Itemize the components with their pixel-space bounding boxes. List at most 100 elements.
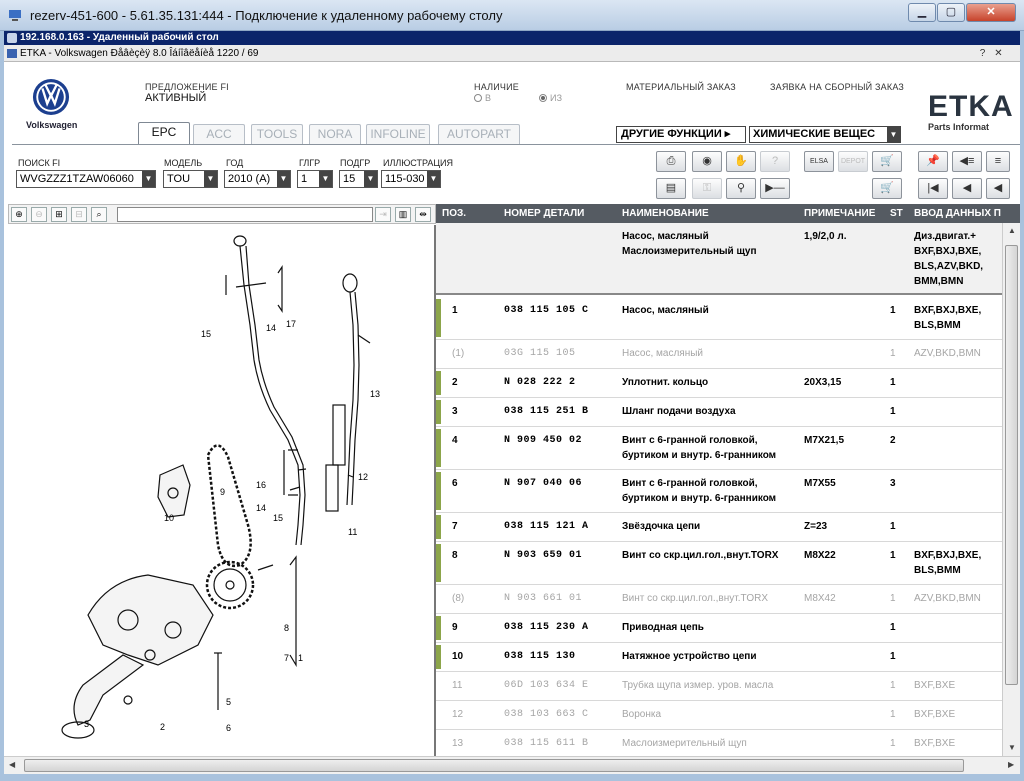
callout-5[interactable]: 5 <box>226 697 231 707</box>
chevron-down-icon[interactable]: ▼ <box>204 171 217 187</box>
material-order-link[interactable]: МАТЕРИАЛЬНЫЙ ЗАКАЗ <box>626 82 736 92</box>
pin-icon[interactable] <box>7 33 17 43</box>
search-icon[interactable]: ⌕ <box>91 207 107 222</box>
back-icon[interactable]: ◀ <box>952 178 982 199</box>
minimize-button[interactable]: ▁ <box>908 3 936 22</box>
scroll-left-icon[interactable]: ◀ <box>9 760 15 769</box>
callout-16a[interactable]: 15 <box>201 329 211 339</box>
tab-autopart[interactable]: AUTOPART <box>438 124 520 144</box>
horizontal-scrollbar[interactable]: ◀ ▶ <box>4 756 1020 774</box>
table-row[interactable]: 3 038 115 251 B Шланг подачи воздуха 1 <box>436 398 1002 427</box>
illustration-select[interactable]: 115-030 ▼ <box>381 170 441 188</box>
main-group-select[interactable]: 1 ▼ <box>297 170 333 188</box>
radio-out[interactable] <box>539 94 547 102</box>
other-functions-button[interactable]: ДРУГИЕ ФУНКЦИИ ▸ <box>616 126 746 143</box>
table-row[interactable]: 4 N 909 450 02 Винт с 6-гранной головкой, M… <box>436 427 1002 470</box>
export-icon[interactable]: ⇥ <box>375 207 391 222</box>
table-row[interactable]: 12 038 103 663 C Воронка 1 BXF,BXE <box>436 701 1002 730</box>
search-fi-input[interactable]: WVGZZZ1TZAW06060 ▼ <box>16 170 156 188</box>
callout-2[interactable]: 2 <box>160 722 165 732</box>
callout-7[interactable]: 7 <box>284 653 289 663</box>
zoom-in-icon[interactable]: ⊕ <box>11 207 27 222</box>
maximize-button[interactable]: ▢ <box>937 3 965 22</box>
col-name[interactable]: НАИМЕНОВАНИЕ <box>622 208 709 219</box>
tab-tools[interactable]: TOOLS <box>251 124 303 144</box>
parts-illustration[interactable]: 15 14 17 13 12 16 9 14 15 10 11 8 7 1 5 … <box>8 225 436 756</box>
table-row[interactable]: 1 038 115 105 C Насос, масляный 1 BXF,BXJ,BX… <box>436 297 1002 340</box>
table-row[interactable]: (1) 03G 115 105 Насос, масляный 1 AZV,BKD,BM… <box>436 340 1002 369</box>
callout-12[interactable]: 12 <box>358 472 368 482</box>
handshake-icon[interactable]: ✋ <box>726 151 756 172</box>
tab-nora[interactable]: NORA <box>309 124 361 144</box>
col-pos[interactable]: ПОЗ. <box>442 208 466 219</box>
key-icon[interactable]: ⚿ <box>692 178 722 199</box>
table-row[interactable]: 9 038 115 230 A Приводная цепь 1 <box>436 614 1002 643</box>
availability-option-out[interactable]: ИЗ <box>539 93 562 103</box>
chevron-down-icon[interactable]: ▼ <box>319 171 332 187</box>
bicycle-icon[interactable]: ⚲ <box>726 178 756 199</box>
pin-icon[interactable]: 📌 <box>918 151 948 172</box>
cd-info-icon[interactable]: ◉ <box>692 151 722 172</box>
tab-epc[interactable]: EPC <box>138 122 190 145</box>
first-page-icon[interactable]: |◀ <box>918 178 948 199</box>
callout-8[interactable]: 8 <box>284 623 289 633</box>
cart-add-icon[interactable]: 🛒 <box>872 151 902 172</box>
col-note[interactable]: ПРИМЕЧАНИЕ <box>804 208 875 219</box>
zoom-fit-icon[interactable]: ⊞ <box>51 207 67 222</box>
callout-15b[interactable]: 15 <box>273 513 283 523</box>
back-alt-icon[interactable]: ◀ <box>986 178 1010 199</box>
help-query-icon[interactable]: ? <box>760 151 790 172</box>
col-part-number[interactable]: НОМЕР ДЕТАЛИ <box>504 208 584 219</box>
document-list-icon[interactable]: ▤ <box>656 178 686 199</box>
scroll-right-icon[interactable]: ▶ <box>1008 760 1014 769</box>
group-header-row[interactable]: Насос, масляный Маслоизмерительный щуп 1… <box>436 223 1002 295</box>
app-close-button[interactable]: ✕ <box>992 47 1005 60</box>
scroll-up-icon[interactable]: ▲ <box>1008 226 1016 235</box>
callout-14[interactable]: 14 <box>256 503 266 513</box>
list-view-icon[interactable]: ≡ <box>986 151 1010 172</box>
table-row[interactable]: 6 N 907 040 06 Винт с 6-гранной головкой, M… <box>436 470 1002 513</box>
table-row[interactable]: 10 038 115 130 Натяжное устройство цепи 1 <box>436 643 1002 672</box>
callout-6[interactable]: 6 <box>226 723 231 733</box>
chevron-down-icon[interactable]: ▼ <box>364 171 377 187</box>
zoom-reset-icon[interactable]: ⊟ <box>71 207 87 222</box>
table-row[interactable]: 7 038 115 121 A Звёздочка цепи Z=23 1 <box>436 513 1002 542</box>
table-row[interactable]: (8) N 903 661 01 Винт со скр.цил.гол.,внут… <box>436 585 1002 614</box>
app-help-button[interactable]: ? <box>976 47 989 60</box>
cart-icon[interactable]: 🛒 <box>872 178 902 199</box>
table-row[interactable]: 8 N 903 659 01 Винт со скр.цил.гол.,внут.T… <box>436 542 1002 585</box>
callout-17[interactable]: 17 <box>286 319 296 329</box>
table-row[interactable]: 2 N 028 222 2 Уплотнит. кольцо 20X3,15 1 <box>436 369 1002 398</box>
tab-infoline[interactable]: INFOLINE <box>366 124 430 144</box>
callout-10[interactable]: 10 <box>164 513 174 523</box>
print-icon[interactable]: ⎙ <box>656 151 686 172</box>
availability-option-in[interactable]: В <box>474 93 491 103</box>
elsa-icon[interactable]: ELSA <box>804 151 834 172</box>
chevron-down-icon[interactable]: ▼ <box>142 171 155 187</box>
illustration-search-input[interactable] <box>117 207 373 222</box>
sub-group-select[interactable]: 15 ▼ <box>339 170 378 188</box>
scroll-down-icon[interactable]: ▼ <box>1008 743 1016 752</box>
assembly-order-link[interactable]: ЗАЯВКА НА СБОРНЫЙ ЗАКАЗ <box>770 82 904 92</box>
play-minus-icon[interactable]: ▶— <box>760 178 790 199</box>
split-view-icon[interactable]: ▥ <box>395 207 411 222</box>
table-row[interactable]: 13 038 115 611 B Маслоизмерительный щуп 1 BX… <box>436 730 1002 756</box>
callout-1[interactable]: 1 <box>298 653 303 663</box>
vertical-scroll-thumb[interactable] <box>1005 245 1018 685</box>
col-engine[interactable]: ВВОД ДАННЫХ П <box>914 208 1001 219</box>
callout-13[interactable]: 13 <box>370 389 380 399</box>
col-st[interactable]: ST <box>890 208 903 219</box>
callout-11[interactable]: 11 <box>348 527 357 537</box>
callout-3[interactable]: 3 <box>84 719 89 729</box>
callout-15a[interactable]: 14 <box>266 323 276 333</box>
previous-page-icon[interactable]: ◀≡ <box>952 151 982 172</box>
callout-16b[interactable]: 16 <box>256 480 266 490</box>
chevron-down-icon[interactable]: ▼ <box>277 171 290 187</box>
chemicals-select[interactable]: ХИМИЧЕСКИЕ ВЕЩЕС ▼ <box>749 126 901 143</box>
chevron-down-icon[interactable]: ▼ <box>427 171 440 187</box>
vertical-scrollbar[interactable]: ▲ ▼ <box>1002 223 1020 756</box>
depot-icon[interactable]: DEPOT <box>838 151 868 172</box>
table-row[interactable]: 11 06D 103 634 E Трубка щупа измер. уров. … <box>436 672 1002 701</box>
model-select[interactable]: TOU ▼ <box>163 170 218 188</box>
horizontal-scroll-thumb[interactable] <box>24 759 964 772</box>
